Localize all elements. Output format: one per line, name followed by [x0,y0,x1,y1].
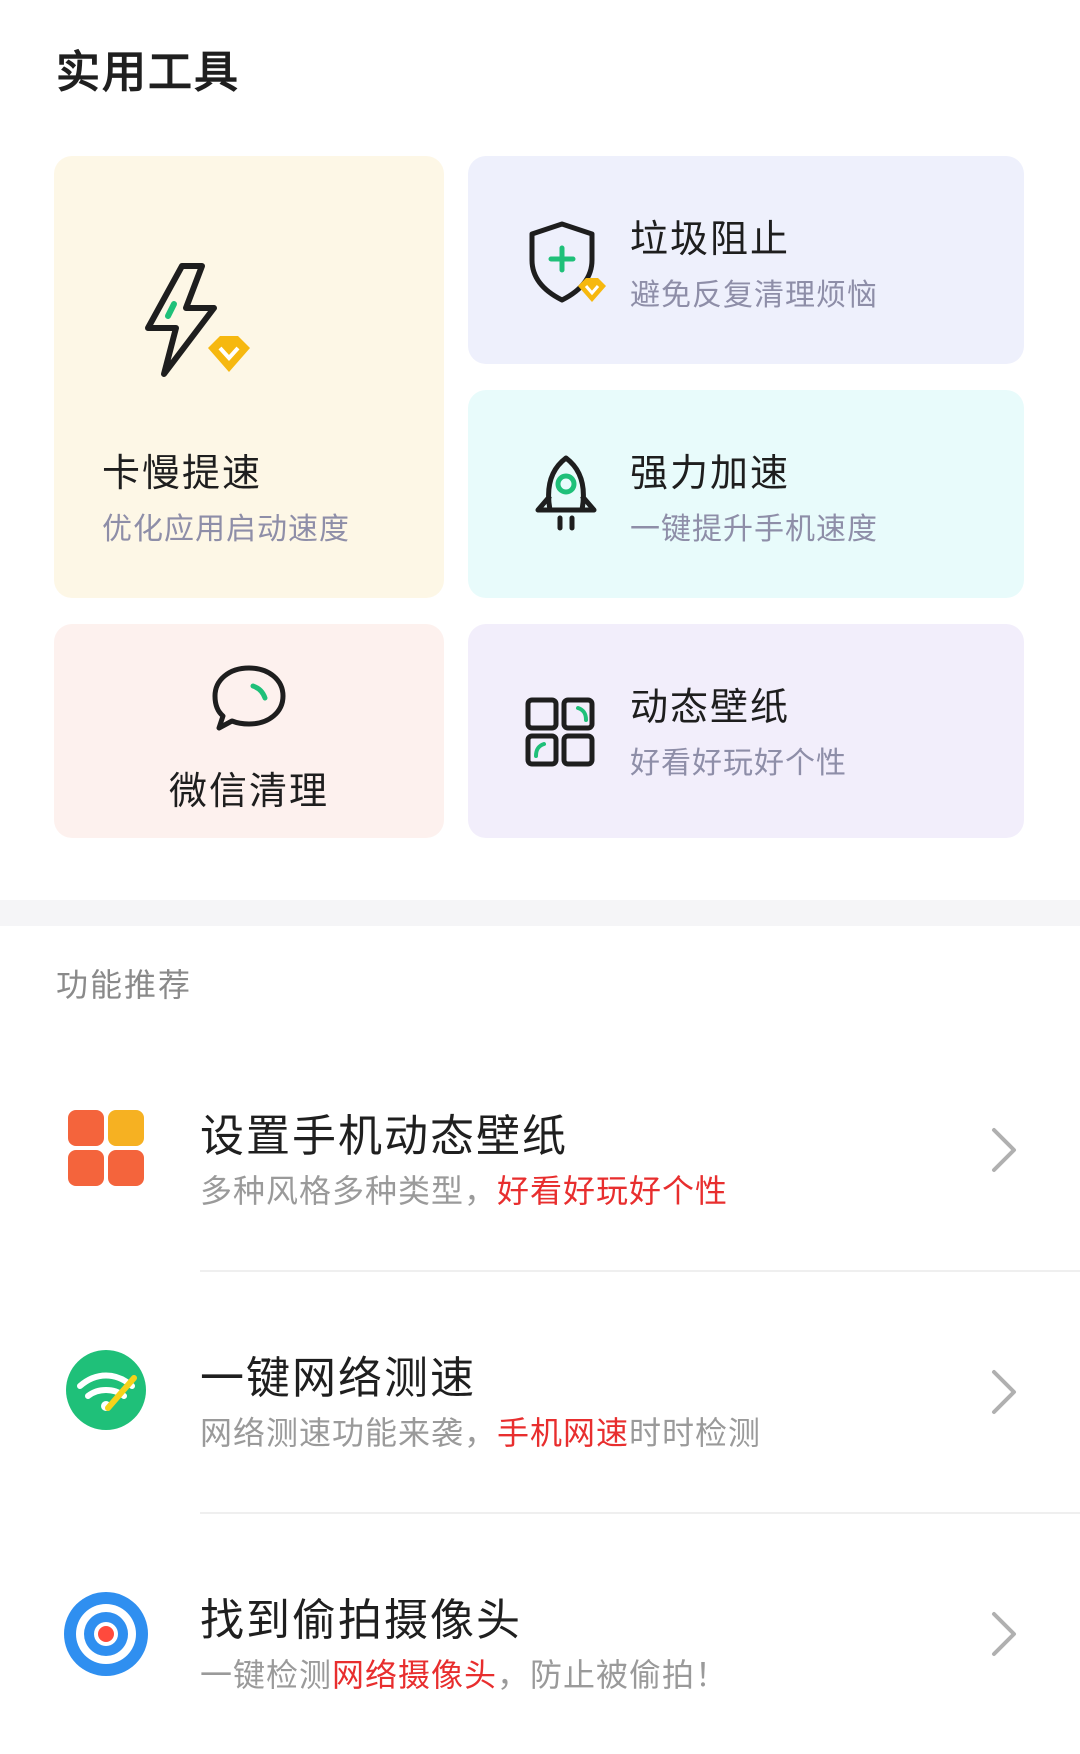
card-subtitle: 一键提升手机速度 [630,512,878,547]
card-junk-block[interactable]: 垃圾阻止 避免反复清理烦恼 [468,156,1024,364]
lightning-vip-icon [124,256,254,390]
chat-bubble-icon [209,662,289,740]
wifi-speed-icon [64,1348,148,1436]
card-live-wallpaper[interactable]: 动态壁纸 好看好玩好个性 [468,624,1024,838]
section-divider [0,900,1080,926]
subtitle-text: 一键检测 [200,1656,333,1694]
chevron-right-icon [984,1122,1024,1178]
app-grid-icon [524,696,596,772]
card-power-boost[interactable]: 强力加速 一键提升手机速度 [468,390,1024,598]
camera-detect-icon [62,1590,150,1682]
card-subtitle: 避免反复清理烦恼 [630,278,878,313]
recommend-item-title: 找到偷拍摄像头 [200,1595,522,1646]
recommend-item-speedtest[interactable]: 一键网络测速 网络测速功能来袭，手机网速时时检测 [0,1272,1080,1512]
chevron-right-icon [984,1606,1024,1662]
section-title-tools: 实用工具 [56,47,240,98]
card-subtitle: 好看好玩好个性 [630,746,847,781]
recommend-item-subtitle: 网络测速功能来袭，手机网速时时检测 [200,1408,761,1454]
subtitle-text: 时时检测 [629,1414,762,1452]
subtitle-text: ，防止被偷拍！ [497,1656,729,1694]
card-subtitle: 优化应用启动速度 [102,512,350,547]
card-wechat-clean[interactable]: 微信清理 [54,624,444,838]
subtitle-highlight: 好看好玩好个性 [497,1172,729,1210]
rocket-icon [526,452,606,546]
recommend-item-camera-detect[interactable]: 找到偷拍摄像头 一键检测网络摄像头，防止被偷拍！ [0,1514,1080,1754]
card-title: 微信清理 [168,769,329,813]
recommend-item-title: 设置手机动态壁纸 [200,1111,568,1162]
chevron-right-icon [984,1364,1024,1420]
subtitle-highlight: 网络摄像头 [332,1656,498,1694]
recommend-item-wallpaper[interactable]: 设置手机动态壁纸 多种风格多种类型，好看好玩好个性 [0,1030,1080,1270]
recommend-item-title: 一键网络测速 [200,1353,476,1404]
recommend-item-subtitle: 多种风格多种类型，好看好玩好个性 [200,1166,728,1212]
shield-plus-vip-icon [526,218,610,312]
recommend-item-subtitle: 一键检测网络摄像头，防止被偷拍！ [200,1650,728,1696]
subtitle-highlight: 手机网速 [497,1414,630,1452]
section-title-recommend: 功能推荐 [56,966,193,1004]
subtitle-text: 多种风格多种类型， [200,1172,498,1210]
card-title: 动态壁纸 [630,685,791,729]
card-title: 强力加速 [630,451,791,495]
colorful-squares-icon [66,1108,146,1192]
card-speedup-lag[interactable]: 卡慢提速 优化应用启动速度 [54,156,444,598]
card-title: 垃圾阻止 [630,217,791,261]
subtitle-text: 网络测速功能来袭， [200,1414,498,1452]
card-title: 卡慢提速 [102,451,263,495]
